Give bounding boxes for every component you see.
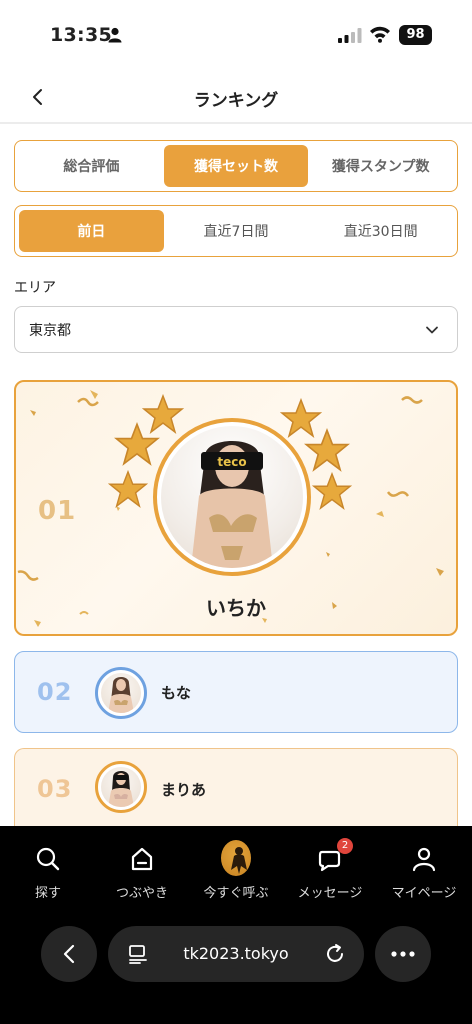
home-icon [131,847,153,871]
ranking-row-second[interactable]: 02 もな [14,651,458,733]
chevron-left-icon [63,944,75,964]
tab-last-7-days[interactable]: 直近7日間 [164,210,309,252]
avatar[interactable]: teco [153,418,311,576]
app-header: ランキング [0,70,472,124]
star-icon [312,472,352,510]
rank-number: 02 [37,678,73,706]
star-icon [304,428,350,472]
nav-item-tweets[interactable]: つぶやき [95,844,189,901]
nav-item-call-now[interactable]: 今すぐ呼ぶ [189,839,283,901]
search-icon [36,847,60,871]
bottom-navigation: 探す つぶやき 今すぐ呼ぶ 2 メッセージ マイページ [0,826,472,1024]
nav-item-search[interactable]: 探す [1,844,95,901]
chevron-down-icon [426,326,438,334]
tab-previous-day[interactable]: 前日 [19,210,164,252]
ranking-name: まりあ [161,781,207,799]
page-title: ランキング [193,91,279,111]
nav-label: つぶやき [115,886,168,901]
person-icon [108,27,122,43]
ranking-type-tabs: 総合評価 獲得セット数 獲得スタンプ数 [14,140,458,192]
status-bar: 13:35 98 [0,0,472,70]
star-icon [114,422,160,466]
avatar-badge-text: teco [217,455,246,469]
star-icon [108,470,148,508]
portrait-illustration: teco [191,441,273,568]
person-icon [412,847,436,872]
tab-overall-rating[interactable]: 総合評価 [19,145,164,187]
status-time: 13:35 [50,24,112,46]
period-tabs: 前日 直近7日間 直近30日間 [14,205,458,257]
area-select[interactable]: 東京都 [14,306,458,353]
nav-label: 探す [34,886,61,901]
tab-sets-acquired[interactable]: 獲得セット数 [163,145,309,187]
url-bar[interactable]: tk2023.tokyo [108,926,364,982]
rank-number: 03 [37,775,73,803]
battery-indicator: 98 [399,25,432,45]
portrait-illustration [108,677,134,713]
avatar-photo: teco [161,426,303,568]
ranking-card-first[interactable]: 01 teco いちか [14,380,458,636]
avatar-photo [101,673,141,713]
tab-last-30-days[interactable]: 直近30日間 [308,210,453,252]
signal-icon [338,28,362,43]
area-label: エリア [14,280,56,296]
nav-label: マイページ [391,886,457,901]
ranking-row-third[interactable]: 03 まりあ [14,748,458,826]
nav-item-messages[interactable]: 2 メッセージ [283,838,377,901]
ranking-name: もな [161,684,192,702]
avatar[interactable] [95,667,147,719]
more-dots-icon [391,951,415,957]
nav-label: メッセージ [297,886,363,901]
nav-label: 今すぐ呼ぶ [203,886,269,901]
avatar-photo [101,767,141,807]
area-selected-value: 東京都 [29,322,71,339]
wifi-icon [370,26,390,43]
call-now-icon [221,839,251,876]
portrait-illustration [108,771,134,807]
rank-number: 01 [38,496,77,526]
more-options-button[interactable] [375,926,431,982]
message-badge: 2 [337,838,353,854]
tab-stamps-acquired[interactable]: 獲得スタンプ数 [308,145,453,187]
browser-back-button[interactable] [41,926,97,982]
reload-icon[interactable] [324,943,346,965]
nav-item-my-page[interactable]: マイページ [377,844,471,901]
avatar[interactable] [95,761,147,813]
ranking-name: いちか [206,596,266,620]
